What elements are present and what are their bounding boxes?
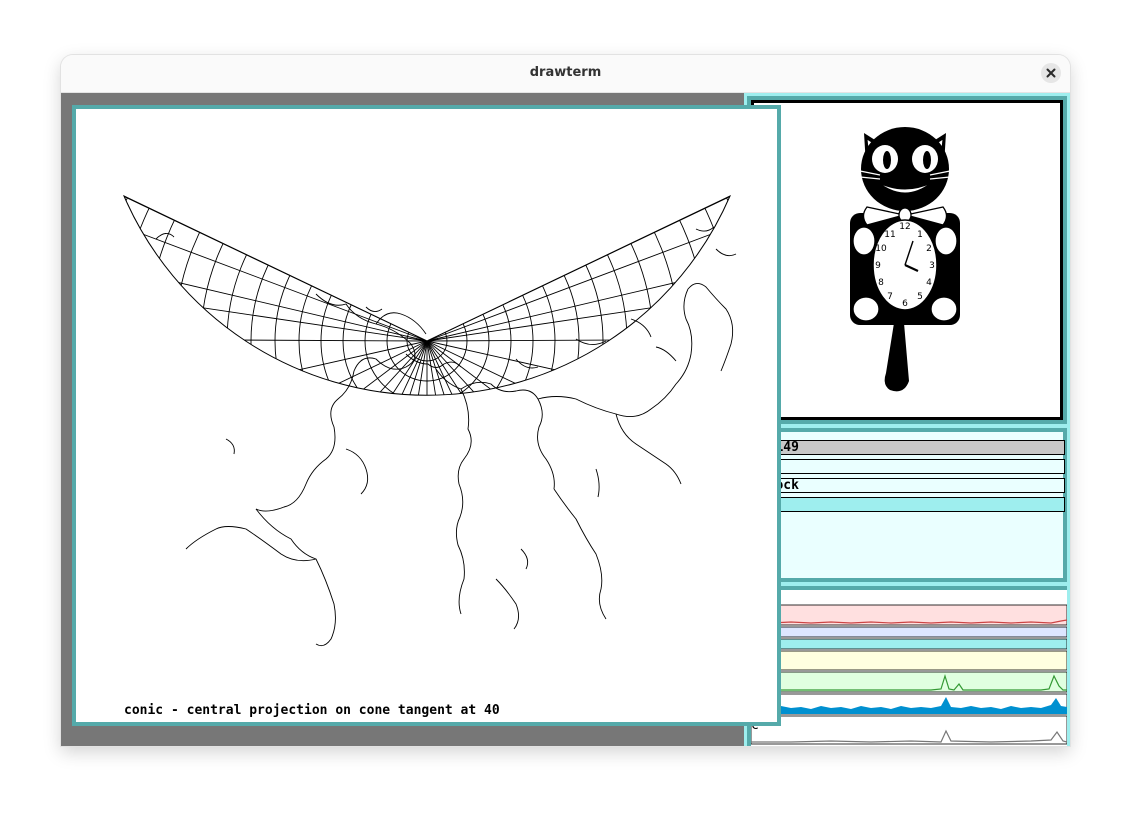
close-icon	[1046, 68, 1056, 78]
kitty-clock: 12 1 2 3 4 5 6 7 8 9 10 11	[850, 127, 960, 392]
svg-text:7: 7	[887, 292, 893, 302]
list-item[interactable]: t	[751, 497, 1065, 512]
svg-text:6: 6	[902, 299, 908, 309]
svg-text:4: 4	[926, 278, 932, 288]
svg-text:1: 1	[917, 230, 923, 240]
list-item[interactable]: ts	[751, 459, 1065, 474]
close-button[interactable]	[1041, 63, 1061, 83]
map-caption: conic - central projection on cone tange…	[124, 703, 500, 718]
svg-text:2: 2	[926, 244, 932, 254]
svg-text:5: 5	[917, 292, 923, 302]
drawterm-screen[interactable]: 12 1 2 3 4 5 6 7 8 9 10 11 conic - centr…	[61, 93, 1070, 746]
list-item[interactable]: 117149	[751, 440, 1065, 455]
coastlines	[155, 226, 737, 647]
window-title: drawterm	[529, 65, 602, 80]
svg-text:12: 12	[899, 222, 910, 232]
conic-map-projection: conic - central projection on cone tange…	[123, 194, 737, 718]
list-item[interactable]: _clock	[751, 478, 1065, 493]
svg-text:8: 8	[878, 278, 884, 288]
svg-text:3: 3	[929, 261, 935, 271]
stats-graphs	[751, 604, 1067, 745]
titlebar: drawterm	[61, 55, 1070, 93]
clock-window[interactable]: 12 1 2 3 4 5 6 7 8 9 10 11	[747, 96, 1067, 424]
svg-text:9: 9	[875, 261, 881, 271]
map-window[interactable]: conic - central projection on cone tange…	[72, 105, 781, 726]
app-window: drawterm 12 1 2 3 4 5 6 7 8 9 10 11 coni…	[61, 55, 1070, 746]
stats-graph-window[interactable]: b c	[747, 586, 1067, 746]
stats-list-window[interactable]: 117149 ts _clock t	[747, 428, 1067, 582]
svg-text:10: 10	[875, 244, 887, 254]
svg-text:11: 11	[884, 230, 895, 240]
